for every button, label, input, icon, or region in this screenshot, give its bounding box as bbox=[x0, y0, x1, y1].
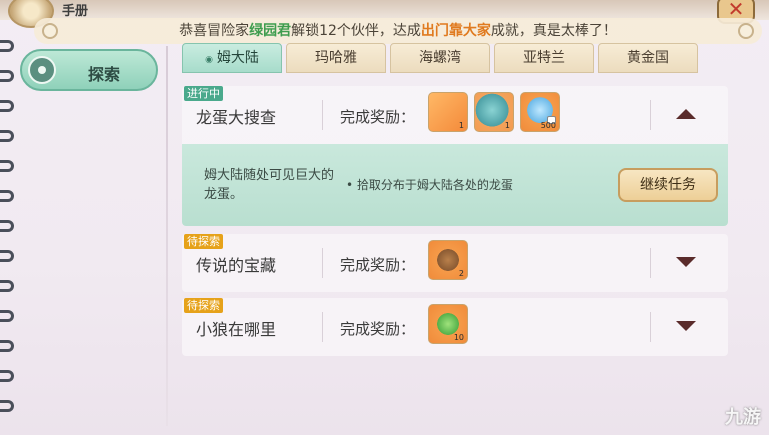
status-badge: 待探索 bbox=[184, 298, 223, 313]
quest-name: 传说的宝藏 bbox=[196, 256, 277, 275]
notice-prefix: 恭喜冒险家 bbox=[179, 23, 250, 39]
explore-icon bbox=[28, 56, 56, 84]
tab-label: 黄金国 bbox=[627, 50, 669, 66]
sidebar-item-label: 探索 bbox=[88, 65, 121, 84]
divider bbox=[322, 100, 323, 130]
quest-name: 龙蛋大搜查 bbox=[196, 108, 277, 127]
collapse-arrow-icon[interactable] bbox=[676, 109, 696, 119]
sidebar-item-explore[interactable]: 探索 bbox=[20, 49, 158, 91]
continue-quest-button[interactable]: 继续任务 bbox=[618, 168, 718, 202]
quest-objective: • 拾取分布于姆大陆各处的龙蛋 bbox=[346, 178, 513, 192]
reward-label: 完成奖励： bbox=[340, 108, 416, 126]
divider bbox=[650, 312, 651, 342]
quest-description: 姆大陆随处可见巨大的龙蛋。 bbox=[204, 168, 335, 202]
wood-icon[interactable]: 2 bbox=[428, 240, 468, 280]
tab-region-1[interactable]: ◉ 姆大陆 bbox=[182, 43, 282, 73]
dragon-egg-icon[interactable]: 1 bbox=[474, 92, 514, 132]
diamond-icon[interactable]: 500 bbox=[520, 92, 560, 132]
notice-player-name: 绿园君 bbox=[249, 23, 292, 39]
notice-middle: 解锁12个伙伴，达成 bbox=[291, 23, 421, 39]
reward-qty: 1 bbox=[504, 121, 510, 130]
quest-card: 待探索 传说的宝藏 完成奖励： 2 bbox=[182, 234, 728, 292]
divider bbox=[166, 46, 168, 426]
expand-arrow-icon[interactable] bbox=[676, 257, 696, 267]
notice-achievement: 出门靠大家 bbox=[420, 23, 491, 39]
quest-card: 进行中 龙蛋大搜查 完成奖励： 1 1 500 姆大陆随处可见巨大的龙蛋。 • … bbox=[182, 86, 728, 226]
tab-region-4[interactable]: 亚特兰 bbox=[494, 43, 594, 73]
orange-scroll-icon[interactable]: 1 bbox=[428, 92, 468, 132]
tab-label: 亚特兰 bbox=[523, 50, 565, 66]
handbook-page: 手册 ✕ 恭喜冒险家绿园君解锁12个伙伴，达成出门靠大家成就，真是太棒了！ 探索… bbox=[0, 0, 769, 435]
region-tabs: ◉ 姆大陆 玛哈雅 海螺湾 亚特兰 黄金国 bbox=[182, 43, 742, 73]
divider bbox=[650, 100, 651, 130]
notice-right-icon bbox=[738, 23, 754, 39]
reward-qty: 500 bbox=[540, 121, 556, 130]
quest-name: 小狼在哪里 bbox=[196, 320, 277, 339]
status-badge: 待探索 bbox=[184, 234, 223, 249]
quest-header[interactable]: 待探索 传说的宝藏 完成奖励： 2 bbox=[182, 234, 728, 292]
top-bar bbox=[0, 0, 769, 20]
reward-qty: 1 bbox=[458, 121, 464, 130]
reward-qty: 2 bbox=[458, 269, 464, 278]
quest-details: 姆大陆随处可见巨大的龙蛋。 • 拾取分布于姆大陆各处的龙蛋 继续任务 bbox=[182, 144, 728, 226]
divider bbox=[322, 312, 323, 342]
reward-label: 完成奖励： bbox=[340, 256, 416, 274]
achievement-notice: 恭喜冒险家绿园君解锁12个伙伴，达成出门靠大家成就，真是太棒了！ bbox=[34, 18, 762, 44]
tab-label: 海螺湾 bbox=[419, 50, 461, 66]
quest-header[interactable]: 进行中 龙蛋大搜查 完成奖励： 1 1 500 bbox=[182, 86, 728, 144]
reward-qty: 10 bbox=[453, 333, 464, 342]
book-title: 手册 bbox=[62, 4, 89, 19]
status-badge: 进行中 bbox=[184, 86, 223, 101]
expand-arrow-icon[interactable] bbox=[676, 321, 696, 331]
divider bbox=[650, 248, 651, 278]
tab-region-5[interactable]: 黄金国 bbox=[598, 43, 698, 73]
active-tab-icon: ◉ bbox=[205, 55, 213, 65]
tab-region-3[interactable]: 海螺湾 bbox=[390, 43, 490, 73]
divider bbox=[322, 248, 323, 278]
tab-region-2[interactable]: 玛哈雅 bbox=[286, 43, 386, 73]
tab-label: 姆大陆 bbox=[216, 50, 259, 66]
notebook-rings bbox=[0, 20, 16, 435]
notice-left-icon bbox=[42, 23, 58, 39]
reward-label: 完成奖励： bbox=[340, 320, 416, 338]
leaf-icon[interactable]: 10 bbox=[428, 304, 468, 344]
tab-label: 玛哈雅 bbox=[315, 50, 357, 66]
quest-header[interactable]: 待探索 小狼在哪里 完成奖励： 10 bbox=[182, 298, 728, 356]
notice-suffix: 成就，真是太棒了！ bbox=[490, 23, 617, 39]
quest-card: 待探索 小狼在哪里 完成奖励： 10 bbox=[182, 298, 728, 356]
watermark: 九游 bbox=[725, 407, 761, 428]
